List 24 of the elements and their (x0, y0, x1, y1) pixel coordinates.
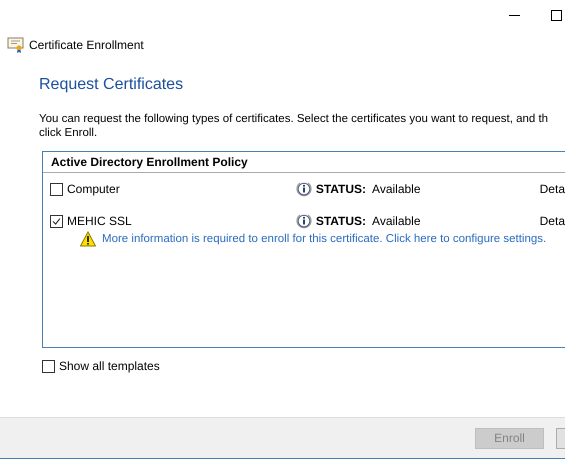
instruction-text: click Enroll. (39, 126, 98, 140)
maximize-button[interactable] (551, 10, 562, 20)
details-link[interactable]: Deta (540, 214, 565, 228)
certificate-icon (7, 36, 24, 54)
policy-title: Active Directory Enrollment Policy (43, 152, 565, 173)
minimize-button[interactable] (509, 14, 520, 16)
certificate-name: Computer (67, 182, 120, 196)
checkbox[interactable] (42, 360, 55, 372)
warning-icon (80, 231, 96, 247)
checkbox[interactable] (50, 214, 63, 228)
page-heading: Request Certificates (39, 76, 184, 95)
info-icon (296, 181, 312, 197)
checkbox[interactable] (50, 182, 63, 196)
certificate-name: MEHIC SSL (67, 214, 132, 228)
status-label: STATUS: (316, 182, 366, 196)
instruction-text: You can request the following types of certificates. Select the certificates you want to request, and th (39, 112, 550, 126)
status-value: Available (372, 182, 421, 196)
status-value: Available (372, 214, 421, 228)
window-title: Certificate Enrollment (29, 38, 144, 52)
show-all-templates-label: Show all templates (59, 359, 160, 373)
details-link[interactable]: Deta (540, 182, 565, 196)
configure-settings-link[interactable]: More information is required to enroll for this certificate. Click here to configure settings. (102, 233, 546, 245)
info-icon (296, 213, 312, 229)
status-label: STATUS: (316, 214, 366, 228)
